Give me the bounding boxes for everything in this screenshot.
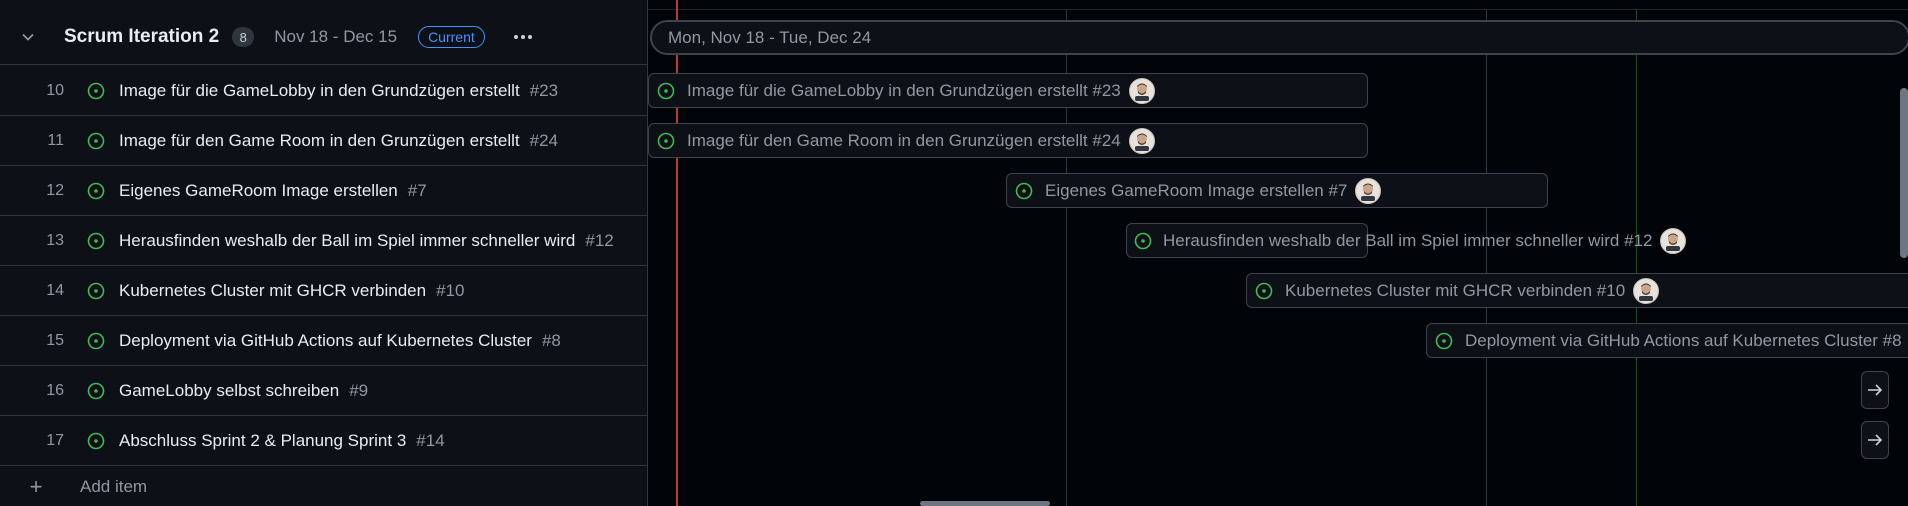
issue-open-icon [86,431,106,451]
kebab-icon[interactable] [509,25,537,49]
issue-open-icon [1134,231,1152,251]
avatar[interactable] [1355,177,1382,204]
issue-open-icon [86,81,106,101]
timeline-header-strip [648,0,1908,10]
row-number: 10 [46,81,64,99]
table-row[interactable]: 17 Abschluss Sprint 2 & Planung Sprint 3… [0,416,648,466]
issue-open-icon [656,81,676,101]
item-count-badge: 8 [232,27,255,47]
issue-open-icon [86,281,106,301]
group-title: Scrum Iteration 2 [64,26,220,47]
issue-open-icon [656,131,676,151]
issue-title[interactable]: GameLobby selbst schreiben [119,381,339,401]
row-number: 16 [46,381,64,399]
row-number: 13 [46,231,64,249]
scroll-to-item-button[interactable] [1861,371,1889,409]
issue-title[interactable]: Eigenes GameRoom Image erstellen [119,181,398,201]
issue-number: #9 [349,380,369,400]
row-number: 14 [46,281,64,299]
issue-open-icon [86,181,106,201]
issue-title[interactable]: Kubernetes Cluster mit GHCR verbinden [119,281,426,301]
table-row[interactable]: 10 Image für die GameLobby in den Grundz… [0,66,648,116]
issue-open-icon [86,381,106,401]
vertical-scrollbar[interactable] [1900,88,1908,258]
issue-open-icon [1014,181,1034,201]
row-number: 12 [46,181,64,199]
issue-title[interactable]: Deployment via GitHub Actions auf Kubern… [119,331,532,351]
table-row[interactable]: 12 Eigenes GameRoom Image erstellen #7 [0,166,648,216]
timeline-item-bar[interactable]: Herausfinden weshalb der Ball im Spiel i… [1126,223,1687,258]
timeline-item-bar[interactable]: Kubernetes Cluster mit GHCR verbinden #1… [1246,273,1908,308]
table-row[interactable]: 14 Kubernetes Cluster mit GHCR verbinden… [0,266,648,316]
avatar[interactable] [1633,277,1660,304]
issue-number: #8 [541,330,561,350]
plus-icon[interactable]: + [25,476,47,498]
timeline-item-label: Image für die GameLobby in den Grundzüge… [687,80,1121,100]
table-row[interactable]: 16 GameLobby selbst schreiben #9 [0,366,648,416]
add-item-row[interactable]: + Add item [0,468,648,506]
issue-number: #7 [407,180,427,200]
current-badge: Current [418,26,485,48]
issue-open-icon [86,331,106,351]
table-row[interactable]: 13 Herausfinden weshalb der Ball im Spie… [0,216,648,266]
timeline-item-label: Herausfinden weshalb der Ball im Spiel i… [1163,230,1653,250]
table-row[interactable]: 11 Image für den Game Room in den Grunzü… [0,116,648,166]
row-number: 17 [46,431,64,449]
timeline-item-bar[interactable]: Deployment via GitHub Actions auf Kubern… [1426,323,1908,358]
iteration-range-label: Mon, Nov 18 - Tue, Dec 24 [668,27,872,47]
roadmap-timeline[interactable]: Mon, Nov 18 - Tue, Dec 24 Image für die … [648,0,1908,506]
arrow-right-icon [1868,434,1883,446]
iteration-range-bar[interactable]: Mon, Nov 18 - Tue, Dec 24 [650,20,1908,55]
timeline-item-bar[interactable]: Image für die GameLobby in den Grundzüge… [648,73,1368,108]
avatar[interactable] [1128,77,1155,104]
issue-title[interactable]: Image für die GameLobby in den Grundzüge… [119,81,520,101]
timeline-item-label: Image für den Game Room in den Grunzügen… [687,130,1121,150]
avatar[interactable] [1128,127,1155,154]
row-number: 11 [47,131,64,149]
horizontal-scrollbar[interactable] [920,501,1050,506]
add-item-label[interactable]: Add item [80,477,147,497]
avatar[interactable] [1660,227,1687,254]
timeline-item-bar[interactable]: Image für den Game Room in den Grunzügen… [648,123,1368,158]
timeline-item-label: Kubernetes Cluster mit GHCR verbinden #1… [1285,280,1626,300]
table-row[interactable]: 15 Deployment via GitHub Actions auf Kub… [0,316,648,366]
issue-title[interactable]: Herausfinden weshalb der Ball im Spiel i… [119,231,575,251]
group-header[interactable]: Scrum Iteration 2 8 Nov 18 - Dec 15 Curr… [0,10,648,65]
grid-line [1486,10,1487,506]
grid-line [1636,10,1637,506]
issue-title[interactable]: Abschluss Sprint 2 & Planung Sprint 3 [119,431,406,451]
arrow-right-icon [1868,384,1883,396]
issue-open-icon [86,131,106,151]
iteration-date-range: Nov 18 - Dec 15 [274,27,398,46]
issue-title[interactable]: Image für den Game Room in den Grunzügen… [119,131,520,151]
issue-number: #23 [529,80,559,100]
row-number: 15 [46,331,64,349]
timeline-item-bar[interactable]: Eigenes GameRoom Image erstellen #7 [1006,173,1548,208]
issue-number: #14 [416,430,445,450]
issue-number: #24 [529,130,559,150]
issue-number: #10 [436,280,465,300]
timeline-item-label: Deployment via GitHub Actions auf Kubern… [1465,330,1902,350]
scroll-to-item-button[interactable] [1861,421,1889,459]
issue-open-icon [86,231,106,251]
timeline-item-label: Eigenes GameRoom Image erstellen #7 [1045,180,1348,200]
table-pane: Scrum Iteration 2 8 Nov 18 - Dec 15 Curr… [0,0,648,506]
issue-number: #12 [585,230,614,250]
issue-open-icon [1254,281,1274,301]
issue-open-icon [1434,331,1454,351]
chevron-down-icon[interactable] [17,30,39,44]
